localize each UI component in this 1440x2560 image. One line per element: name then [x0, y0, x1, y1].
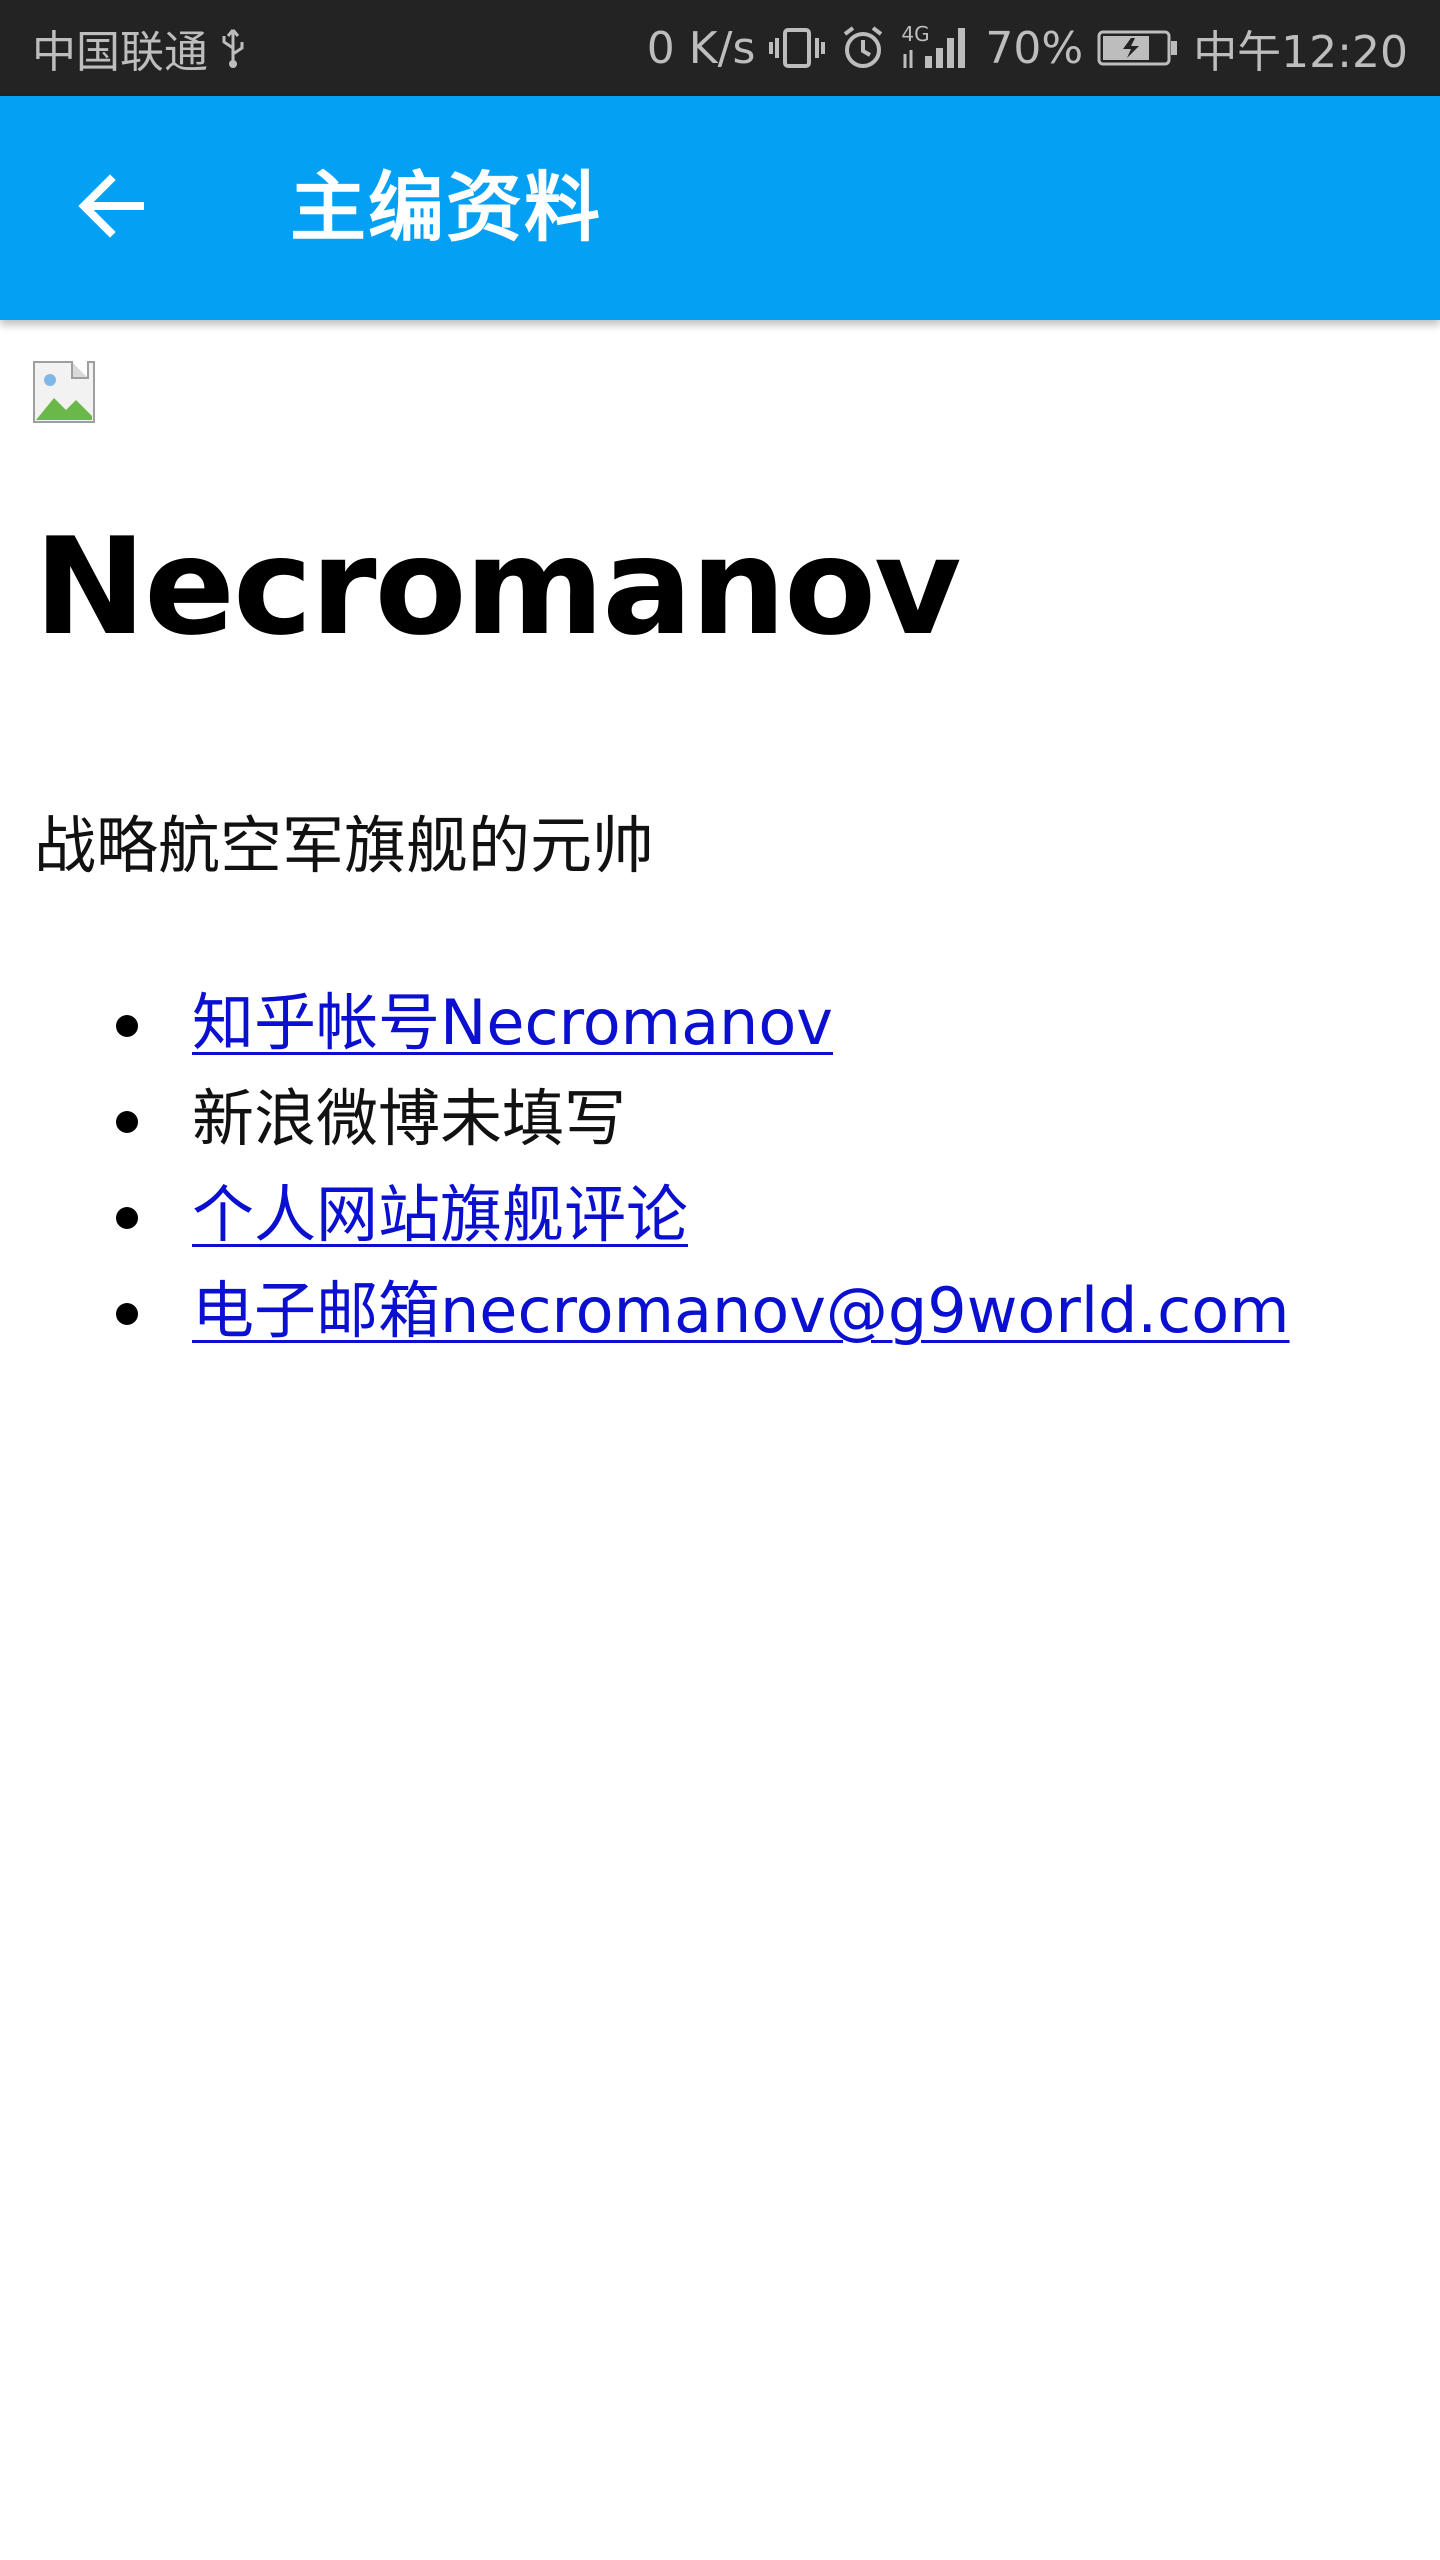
- signal-icon: 4G: [901, 22, 971, 72]
- bullet-icon: [116, 1207, 138, 1229]
- status-bar: 中国联通 0 K/s 4G 70% 中午12:20: [0, 0, 1440, 96]
- personal-website-link[interactable]: 个人网站旗舰评论: [192, 1178, 688, 1251]
- net-speed: 0 K/s: [646, 22, 756, 74]
- list-item-website: 个人网站旗舰评论: [0, 1167, 1290, 1263]
- alarm-icon: [839, 24, 887, 72]
- list-item-weibo: 新浪微博未填写: [0, 1071, 1290, 1167]
- app-bar: 主编资料: [0, 96, 1440, 320]
- battery-charging-icon: [1097, 28, 1179, 68]
- profile-name: Necromanov: [34, 509, 961, 665]
- list-item-zhihu: 知乎帐号Necromanov: [0, 975, 1290, 1071]
- broken-image-icon: [32, 360, 96, 424]
- bullet-icon: [116, 1111, 138, 1133]
- usb-icon: [218, 26, 248, 70]
- profile-info-list: 知乎帐号Necromanov 新浪微博未填写 个人网站旗舰评论 电子邮箱necr…: [0, 975, 1290, 1359]
- bullet-icon: [116, 1303, 138, 1325]
- network-type-label: 4G: [901, 22, 930, 46]
- profile-description: 战略航空军旗舰的元帅: [34, 809, 655, 882]
- bullet-icon: [116, 1015, 138, 1037]
- carrier-name: 中国联通: [32, 27, 208, 78]
- page-title: 主编资料: [290, 163, 602, 252]
- arrow-left-icon: [76, 170, 148, 246]
- status-left: 中国联通: [32, 16, 248, 80]
- clock: 中午12:20: [1193, 27, 1408, 78]
- email-link[interactable]: 电子邮箱necromanov@g9world.com: [192, 1274, 1290, 1347]
- list-item-email: 电子邮箱necromanov@g9world.com: [0, 1263, 1290, 1359]
- battery-percent: 70%: [985, 22, 1084, 74]
- zhihu-account-link[interactable]: 知乎帐号Necromanov: [192, 986, 833, 1059]
- back-button[interactable]: [56, 152, 168, 264]
- status-right: 0 K/s 4G 70% 中午12:20: [647, 16, 1408, 80]
- weibo-status-text: 新浪微博未填写: [192, 1082, 627, 1155]
- vibrate-icon: [769, 24, 826, 72]
